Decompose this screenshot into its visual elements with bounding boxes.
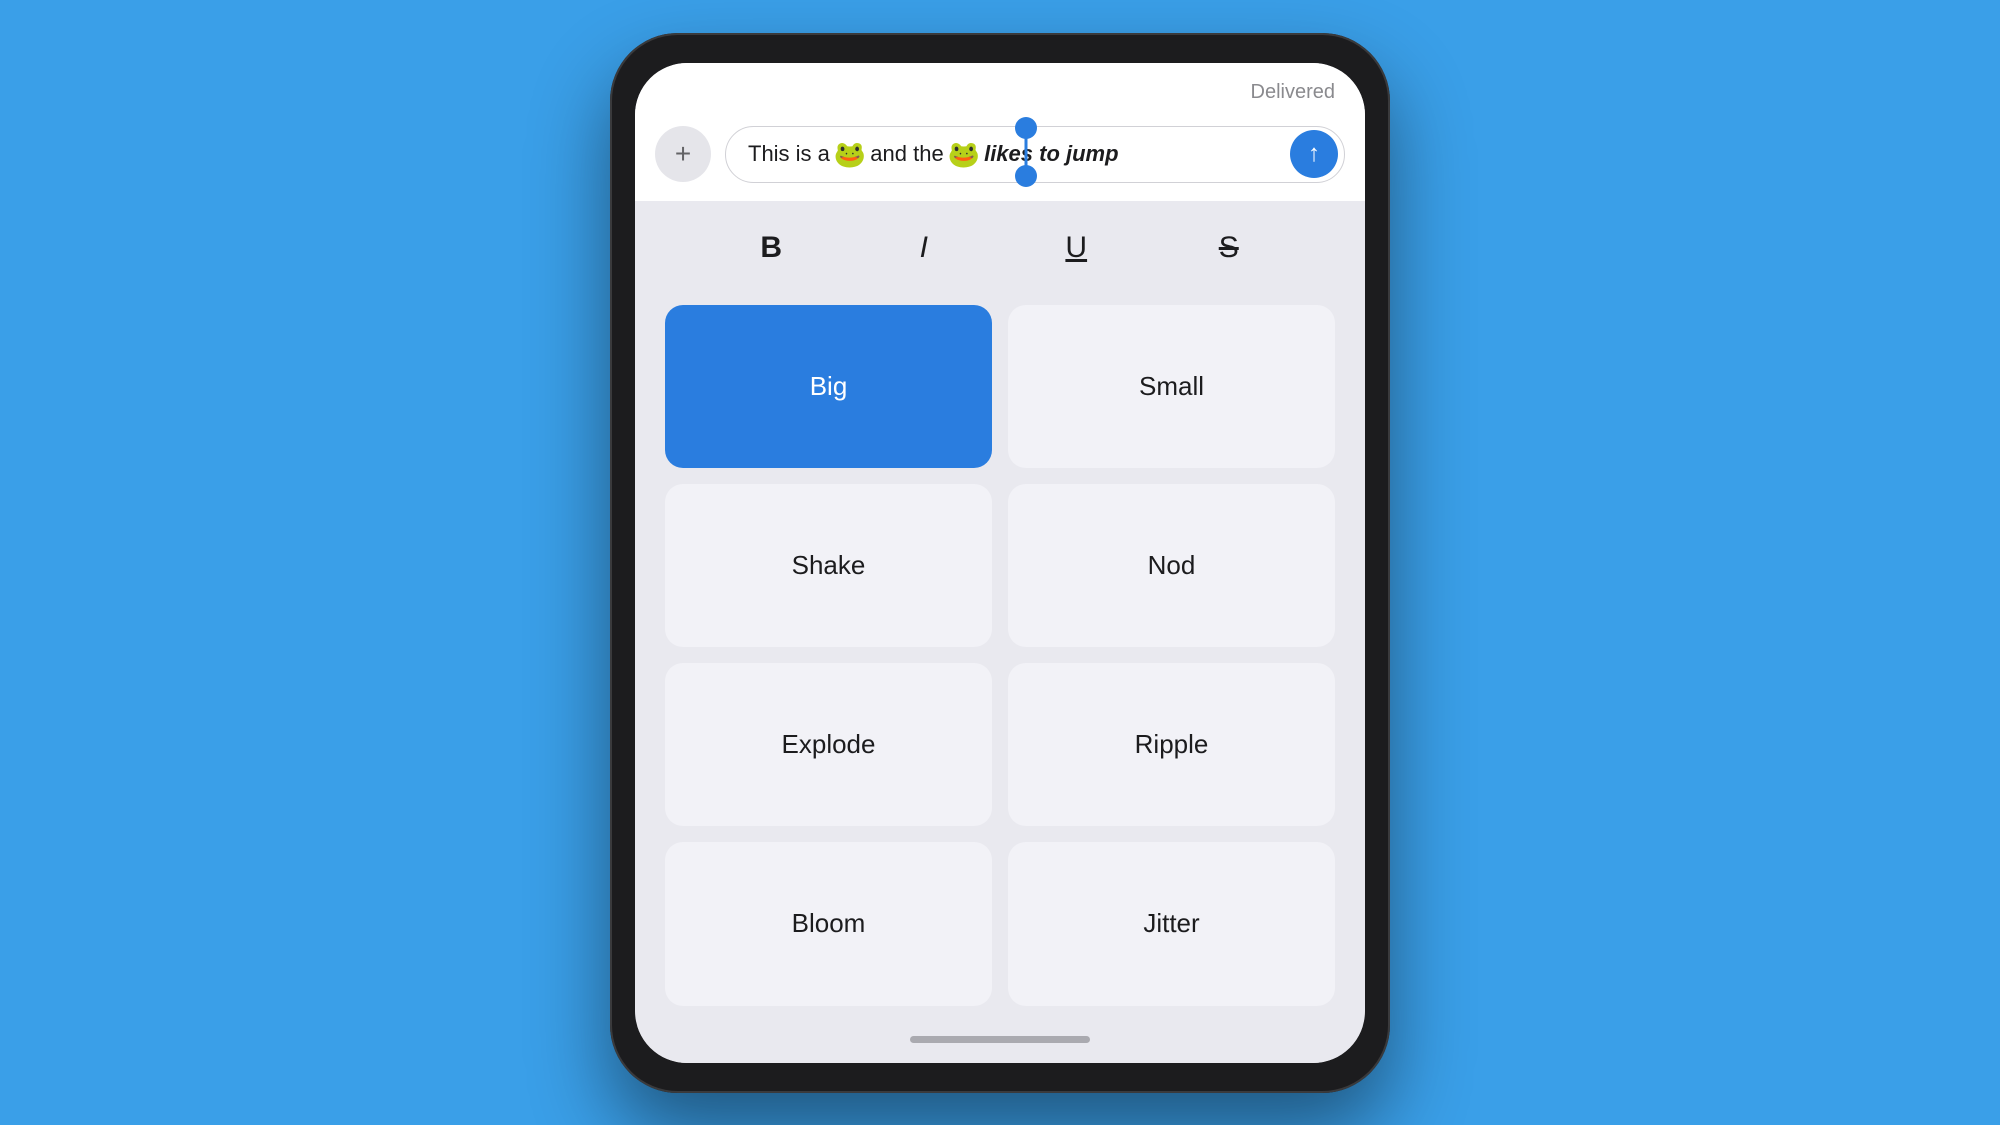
italic-button[interactable]: I <box>889 223 959 273</box>
effect-bloom-label: Bloom <box>792 908 866 939</box>
format-toolbar: B I U S <box>635 201 1365 295</box>
strikethrough-button[interactable]: S <box>1194 223 1264 273</box>
message-text: This is a 🐸 and the 🐸 likes to jump <box>748 139 1119 170</box>
effect-big-label: Big <box>810 371 848 402</box>
effect-small-button[interactable]: Small <box>1008 305 1335 468</box>
send-button[interactable] <box>1290 130 1338 178</box>
bold-button[interactable]: B <box>736 223 806 273</box>
top-bar: Delivered <box>635 63 1365 114</box>
effect-explode-button[interactable]: Explode <box>665 663 992 826</box>
message-input-wrapper: This is a 🐸 and the 🐸 likes to jump <box>725 126 1345 183</box>
home-bar <box>910 1036 1090 1043</box>
effect-ripple-button[interactable]: Ripple <box>1008 663 1335 826</box>
effect-big-button[interactable]: Big <box>665 305 992 468</box>
plus-button[interactable]: + <box>655 126 711 182</box>
message-input-pill[interactable]: This is a 🐸 and the 🐸 likes to jump <box>725 126 1345 183</box>
frog-emoji-2: 🐸 <box>948 139 980 170</box>
italic-text: likes to jump <box>984 141 1118 167</box>
italic-icon: I <box>920 231 928 265</box>
frog-emoji-1: 🐸 <box>834 139 866 170</box>
delivered-label: Delivered <box>665 81 1335 114</box>
input-area: + This is a 🐸 and the 🐸 likes to jump <box>635 114 1365 201</box>
text-part2: and the <box>870 141 943 167</box>
effect-shake-label: Shake <box>792 550 866 581</box>
underline-icon: U <box>1065 231 1087 265</box>
effect-jitter-label: Jitter <box>1143 908 1199 939</box>
underline-button[interactable]: U <box>1041 223 1111 273</box>
home-indicator <box>635 1026 1365 1063</box>
phone-frame: Delivered + This is a 🐸 and the 🐸 likes … <box>610 33 1390 1093</box>
effect-shake-button[interactable]: Shake <box>665 484 992 647</box>
effect-explode-label: Explode <box>782 729 876 760</box>
effect-jitter-button[interactable]: Jitter <box>1008 842 1335 1005</box>
phone-screen: Delivered + This is a 🐸 and the 🐸 likes … <box>635 63 1365 1063</box>
effects-grid: Big Small Shake Nod Explode Ripple Bloom <box>635 295 1365 1026</box>
text-part1: This is a <box>748 141 830 167</box>
effect-bloom-button[interactable]: Bloom <box>665 842 992 1005</box>
plus-icon: + <box>675 140 691 168</box>
effect-nod-button[interactable]: Nod <box>1008 484 1335 647</box>
strikethrough-icon: S <box>1219 231 1239 265</box>
cursor-top-handle <box>1015 117 1037 139</box>
effect-small-label: Small <box>1139 371 1204 402</box>
effect-ripple-label: Ripple <box>1135 729 1209 760</box>
bold-icon: B <box>760 231 782 265</box>
effect-nod-label: Nod <box>1148 550 1196 581</box>
send-icon <box>1308 140 1320 168</box>
